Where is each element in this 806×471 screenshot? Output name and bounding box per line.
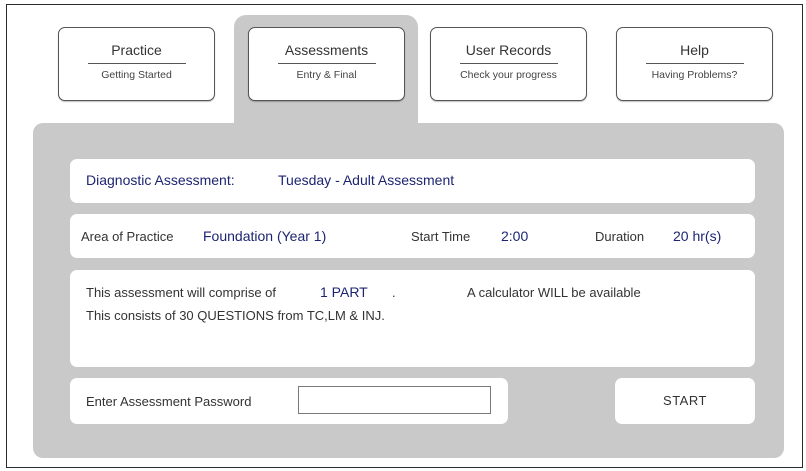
assessment-details-box: Area of Practice Foundation (Year 1) Sta… [70,214,755,258]
tab-title: Practice [111,42,162,58]
tab-assessments[interactable]: Assessments Entry & Final [248,27,405,101]
comprise-text: This assessment will comprise of [86,285,276,300]
tab-divider [645,63,744,64]
assessment-title-box: Diagnostic Assessment: Tuesday - Adult A… [70,159,755,203]
start-time-label: Start Time [411,229,471,244]
assessment-info-box: This assessment will comprise of 1 PART … [70,270,755,367]
start-time-value: 2:00 [501,228,529,244]
tab-divider [87,63,186,64]
tab-divider [277,63,376,64]
start-button[interactable]: START [615,378,755,424]
questions-text: This consists of 30 QUESTIONS from TC,LM… [86,308,385,323]
tab-subtitle: Entry & Final [296,69,357,81]
duration-value: 20 hr(s) [673,228,722,244]
tab-subtitle: Having Problems? [651,69,738,81]
tab-help[interactable]: Help Having Problems? [616,27,773,101]
tab-title: Help [680,42,709,58]
password-label: Enter Assessment Password [86,394,252,409]
password-input[interactable] [298,386,491,414]
parts-value: 1 PART [320,284,368,300]
tab-title: User Records [465,42,552,58]
duration-label: Duration [595,229,645,244]
separator-dot: . [392,285,396,300]
assessment-name: Tuesday - Adult Assessment [278,172,455,188]
area-of-practice-value: Foundation (Year 1) [203,228,327,244]
tab-subtitle: Check your progress [460,69,557,81]
tab-subtitle: Getting Started [101,69,172,81]
tab-divider [459,63,558,64]
assessment-label: Diagnostic Assessment: [86,172,235,188]
calculator-text: A calculator WILL be available [467,285,641,300]
tab-practice[interactable]: Practice Getting Started [58,27,215,101]
tab-title: Assessments [284,42,369,58]
password-box: Enter Assessment Password [70,378,508,424]
tab-user-records[interactable]: User Records Check your progress [430,27,587,101]
area-of-practice-label: Area of Practice [81,229,174,244]
